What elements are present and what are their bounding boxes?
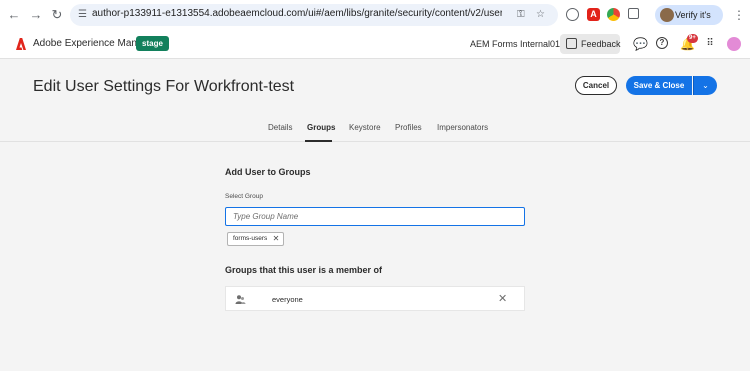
- password-key-icon[interactable]: ⚿: [517, 9, 525, 20]
- group-name-input[interactable]: [225, 207, 525, 226]
- profile-avatar: [660, 8, 674, 22]
- tab-keystore[interactable]: Keystore: [349, 123, 381, 132]
- feedback-label: Feedback: [581, 39, 621, 49]
- tab-details[interactable]: Details: [268, 123, 292, 132]
- browser-menu-icon[interactable]: ⋮: [733, 8, 745, 22]
- save-and-close-button[interactable]: Save & Close: [626, 76, 692, 95]
- site-info-icon[interactable]: ☰: [78, 9, 87, 20]
- feedback-button[interactable]: Feedback: [560, 34, 621, 54]
- tag-remove-close-icon[interactable]: ✕: [273, 233, 280, 245]
- add-to-groups-heading: Add User to Groups: [225, 167, 311, 177]
- address-bar[interactable]: ☰ author-p133911-e1313554.adobeaemcloud.…: [70, 4, 558, 26]
- whats-new-icon[interactable]: 💬: [633, 37, 648, 51]
- feedback-icon: [566, 38, 577, 49]
- environment-badge: stage: [136, 36, 169, 51]
- page-title: Edit User Settings For Workfront-test: [33, 78, 295, 95]
- reload-icon[interactable]: ↻: [50, 8, 64, 22]
- select-group-label: Select Group: [225, 193, 263, 200]
- user-avatar[interactable]: [727, 37, 741, 51]
- back-icon[interactable]: ←: [7, 8, 21, 22]
- bookmark-star-icon[interactable]: ☆: [536, 9, 545, 20]
- member-group-name: everyone: [272, 295, 303, 304]
- selected-group-tag: forms-users ✕: [227, 232, 285, 246]
- tab-groups[interactable]: Groups: [307, 123, 335, 132]
- verify-profile-button[interactable]: Verify it's you: [655, 5, 723, 40]
- forward-icon[interactable]: →: [29, 8, 43, 22]
- tab-profiles[interactable]: Profiles: [395, 123, 422, 132]
- tag-label: forms-users: [233, 235, 268, 242]
- adobe-logo-icon: [16, 38, 26, 50]
- active-tab-indicator: [305, 140, 332, 142]
- chrome-extension-icon[interactable]: [607, 8, 620, 21]
- notification-count-badge: 9+: [687, 34, 698, 43]
- user-group-icon: [235, 295, 246, 304]
- member-group-row: everyone ✕: [225, 286, 525, 311]
- save-options-chevron-down-icon[interactable]: ⌄: [693, 76, 717, 95]
- member-groups-heading: Groups that this user is a member of: [225, 265, 383, 275]
- aem-shell-header: Adobe Experience Manager stage AEM Forms…: [0, 30, 750, 59]
- organization-switcher[interactable]: AEM Forms Internal01: [470, 39, 560, 49]
- remove-membership-close-icon[interactable]: ✕: [498, 292, 507, 305]
- cancel-button[interactable]: Cancel: [575, 76, 617, 95]
- adobe-acrobat-extension-icon[interactable]: A: [587, 8, 600, 21]
- url-text[interactable]: author-p133911-e1313554.adobeaemcloud.co…: [92, 8, 502, 19]
- extension-face-icon[interactable]: [566, 8, 579, 21]
- apps-grid-icon[interactable]: ⠿: [703, 37, 717, 51]
- tab-impersonators[interactable]: Impersonators: [437, 123, 488, 132]
- help-icon[interactable]: ?: [656, 37, 668, 49]
- browser-toolbar: ← → ↻ ☰ author-p133911-e1313554.adobeaem…: [0, 0, 750, 40]
- extensions-puzzle-icon[interactable]: [628, 8, 639, 19]
- tab-bar: Details Groups Keystore Profiles Imperso…: [0, 118, 750, 142]
